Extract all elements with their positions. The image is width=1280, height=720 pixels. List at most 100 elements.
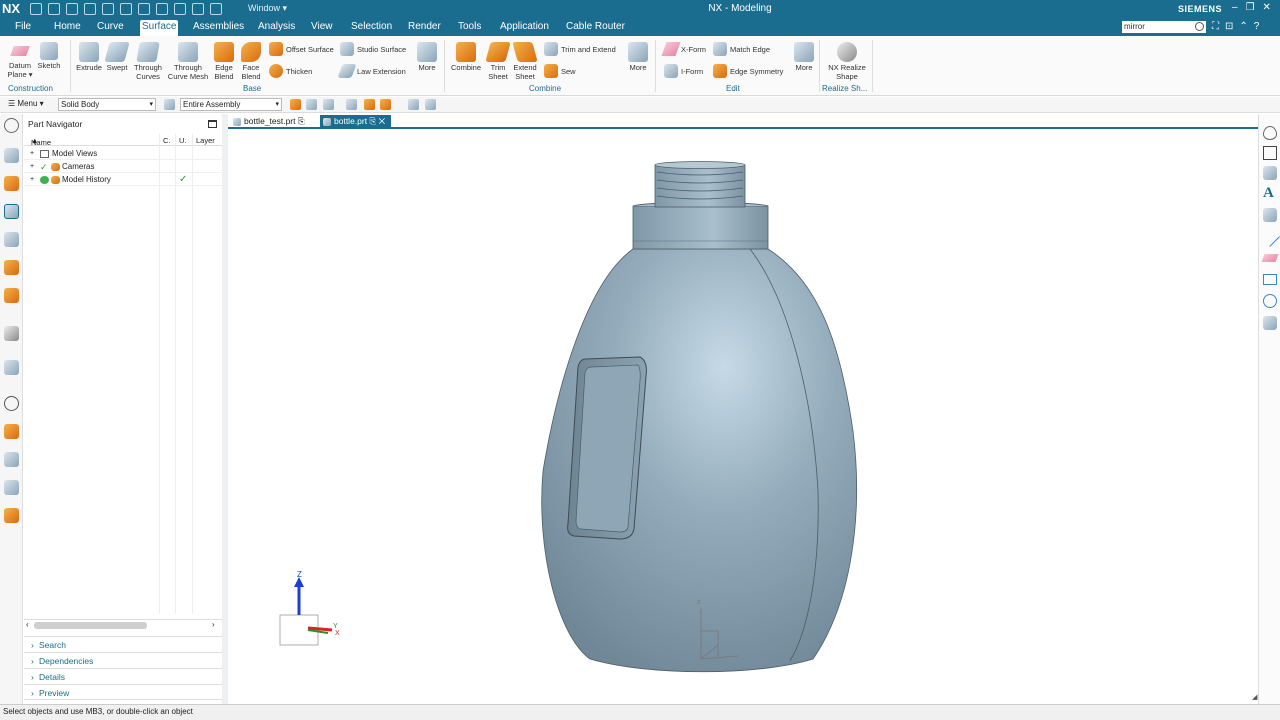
line-icon[interactable] (1260, 227, 1280, 247)
tab-bottle[interactable]: bottle.prt ⎘ ✕ (320, 115, 392, 129)
snap-icon[interactable] (425, 99, 436, 110)
snap-icon[interactable] (306, 99, 317, 110)
window-menu[interactable]: Window ▾ (248, 3, 287, 14)
tree-row-model-views[interactable]: + Model Views (24, 147, 222, 160)
fullscreen-icon[interactable]: ⛶ (1212, 21, 1219, 32)
command-search-input[interactable]: mirror (1122, 21, 1206, 33)
edge-blend-button[interactable]: Edge Blend (212, 42, 236, 81)
manufacturing-wizards-icon[interactable] (4, 452, 19, 467)
constraint-navigator-icon[interactable] (4, 176, 19, 191)
nx-realize-shape-button[interactable]: NX Realize Shape (825, 42, 869, 81)
snap-icon[interactable] (380, 99, 391, 110)
face-blend-button[interactable]: Face Blend (239, 42, 263, 81)
process-studio-icon[interactable] (4, 424, 19, 439)
x-form-button[interactable]: X-Form (661, 42, 706, 56)
menu-button[interactable]: ☰ Menu ▾ (8, 99, 44, 108)
solid-body-icon[interactable] (1263, 316, 1277, 330)
column-layer[interactable]: Layer (196, 136, 215, 145)
tab-selection[interactable]: Selection (349, 20, 394, 36)
tab-tools[interactable]: Tools (456, 20, 483, 36)
cut-icon[interactable] (84, 3, 96, 15)
hd3d-tools-icon[interactable] (4, 260, 19, 275)
web-browser-icon[interactable] (4, 288, 19, 303)
scroll-left-icon[interactable]: ‹ (26, 620, 29, 629)
column-u[interactable]: U. (179, 136, 187, 145)
system-scenes-icon[interactable] (4, 508, 19, 523)
bottle-model[interactable]: z Z X Y (228, 131, 1258, 704)
graphics-window[interactable]: z Z X Y ◢ (228, 131, 1258, 704)
tree-row-cameras[interactable]: + ✓ Cameras (24, 160, 222, 173)
tab-cable-router[interactable]: Cable Router (564, 20, 627, 36)
annotation-icon[interactable]: A (1263, 186, 1277, 201)
snap-icon[interactable] (323, 99, 334, 110)
tree-row-model-history[interactable]: + Model History ✓ (24, 173, 222, 186)
through-curves-button[interactable]: Through Curves (132, 42, 164, 81)
combine-more-button[interactable]: More (626, 42, 650, 73)
section-dependencies[interactable]: Dependencies (24, 652, 222, 669)
settings-icon[interactable] (4, 118, 19, 133)
view-triad[interactable] (279, 577, 333, 646)
tab-analysis[interactable]: Analysis (256, 20, 297, 36)
i-form-button[interactable]: I-Form (664, 64, 703, 78)
selection-scope-select[interactable]: Entire Assembly ▾ (180, 98, 282, 111)
assembly-navigator-icon[interactable] (4, 148, 19, 163)
point-icon[interactable] (1263, 208, 1277, 222)
minimize-icon[interactable]: – (1232, 2, 1238, 13)
ribbon-options-icon[interactable]: ⊡ (1225, 21, 1233, 32)
tab-surface[interactable]: Surface (140, 20, 179, 36)
section-details[interactable]: Details (24, 668, 222, 685)
tab-render[interactable]: Render (406, 20, 443, 36)
tab-bottle-test[interactable]: bottle_test.prt ⎘ (230, 115, 311, 129)
match-edge-button[interactable]: Match Edge (713, 42, 770, 56)
through-curve-mesh-button[interactable]: Through Curve Mesh (166, 42, 210, 81)
clock-icon[interactable] (4, 396, 19, 411)
expand-icon[interactable]: + (30, 147, 34, 160)
tab-curve[interactable]: Curve (95, 20, 126, 36)
close-icon[interactable]: ✕ (1263, 2, 1271, 13)
rectangle-icon[interactable] (1263, 274, 1277, 285)
tab-application[interactable]: Application (498, 20, 551, 36)
trim-and-extend-button[interactable]: Trim and Extend (544, 42, 616, 56)
swept-button[interactable]: Swept (104, 42, 130, 73)
filter-icon[interactable] (164, 99, 175, 110)
section-preview[interactable]: Preview (24, 684, 222, 701)
base-more-button[interactable]: More (415, 42, 439, 73)
search-icon[interactable] (1195, 22, 1204, 31)
sketch-button[interactable]: Sketch (37, 42, 61, 71)
tab-view[interactable]: View (309, 20, 335, 36)
combine-button[interactable]: Combine (450, 42, 482, 73)
maximize-icon[interactable] (208, 120, 217, 128)
save-icon[interactable] (30, 3, 42, 15)
tab-assemblies[interactable]: Assemblies (191, 20, 246, 36)
edge-symmetry-button[interactable]: Edge Symmetry (713, 64, 783, 78)
studio-surface-button[interactable]: Studio Surface (340, 42, 406, 56)
redo-icon[interactable] (66, 3, 78, 15)
expand-corner-icon[interactable]: ◢ (1252, 693, 1257, 701)
type-filter-select[interactable]: Solid Body ▾ (58, 98, 156, 111)
extend-sheet-button[interactable]: Extend Sheet (512, 42, 538, 81)
section-search[interactable]: Search (24, 636, 222, 653)
microphone-icon[interactable] (174, 3, 186, 15)
paste-icon[interactable] (120, 3, 132, 15)
edit-more-button[interactable]: More (792, 42, 816, 73)
expand-icon[interactable]: + (30, 173, 34, 186)
sew-button[interactable]: Sew (544, 64, 576, 78)
scroll-right-icon[interactable]: › (212, 620, 215, 629)
thicken-button[interactable]: Thicken (269, 64, 312, 78)
snap-icon[interactable] (346, 99, 357, 110)
circle-icon[interactable] (1263, 294, 1277, 308)
undo-icon[interactable] (48, 3, 60, 15)
offset-surface-button[interactable]: Offset Surface (269, 42, 334, 56)
column-name[interactable]: Name ▲ (31, 136, 51, 147)
snap-icon[interactable] (408, 99, 419, 110)
horizontal-scrollbar[interactable]: ‹ › (24, 619, 222, 630)
collapse-ribbon-icon[interactable]: ⌃ (1239, 21, 1247, 32)
measure-icon[interactable] (192, 3, 204, 15)
law-extension-button[interactable]: Law Extension (337, 64, 406, 78)
touch-mode-icon[interactable] (138, 3, 150, 15)
plane-icon[interactable] (1261, 254, 1279, 262)
column-c[interactable]: C. (163, 136, 171, 145)
copy-icon[interactable] (102, 3, 114, 15)
trim-sheet-button[interactable]: Trim Sheet (485, 42, 511, 81)
repeat-command-icon[interactable] (156, 3, 168, 15)
